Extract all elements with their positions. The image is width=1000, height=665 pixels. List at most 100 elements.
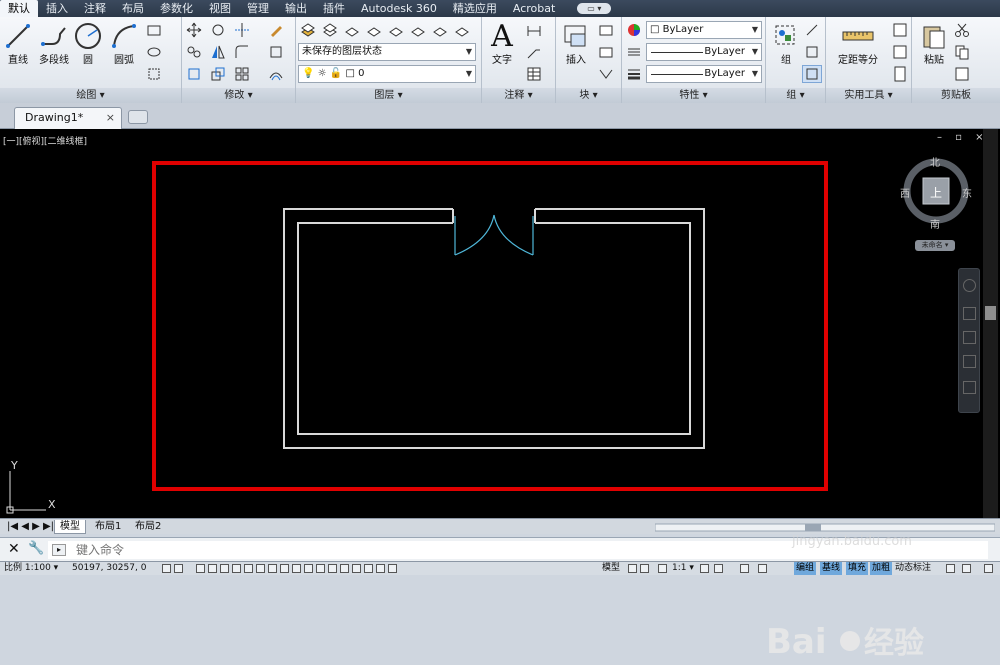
table-tool-button[interactable] (524, 65, 544, 83)
viewcube-north[interactable]: 北 (930, 154, 940, 169)
trim-tool-button[interactable] (232, 21, 252, 39)
move-tool-button[interactable] (184, 21, 204, 39)
dimension-tool-button[interactable] (524, 21, 544, 39)
quick-select-button[interactable] (890, 21, 910, 39)
lineweight-icon-button[interactable] (624, 65, 644, 83)
group-button[interactable]: 组 (768, 21, 804, 66)
quick-view-layouts-icon[interactable] (628, 564, 637, 573)
copy-clip-button[interactable] (952, 43, 972, 61)
measure-button[interactable]: 定距等分 (832, 21, 884, 66)
explode-tool-button[interactable] (266, 43, 286, 61)
group-selection-toggle[interactable] (802, 65, 822, 83)
layer-tool-5-button[interactable] (386, 21, 406, 39)
lineweight-dropdown[interactable]: ByLayer ▼ (646, 65, 762, 83)
layer-tool-4-button[interactable] (364, 21, 384, 39)
pan-icon[interactable] (963, 307, 976, 320)
tab-layout2[interactable]: 布局2 (130, 520, 166, 534)
rectangle-tool-button[interactable] (144, 21, 164, 39)
create-block-button[interactable] (596, 21, 616, 39)
utilities-panel-title[interactable]: 实用工具 ▾ (826, 88, 911, 103)
customize-icon[interactable] (962, 564, 971, 573)
ungroup-button[interactable] (802, 21, 822, 39)
wcs-menu[interactable]: 未命名 ▾ (915, 240, 955, 251)
id-point-button[interactable] (890, 43, 910, 61)
match-properties-button[interactable] (624, 21, 644, 39)
zoom-icon[interactable] (963, 331, 976, 344)
tab-layout1[interactable]: 布局1 (90, 520, 126, 534)
osnap-icon[interactable] (220, 564, 229, 573)
fillet-tool-button[interactable] (232, 43, 252, 61)
lock-ui-icon[interactable] (714, 564, 723, 573)
drawing-canvas[interactable]: [一][俯视][二维线框] – ▫ × Y X 北 南 东 西 上 未命名 ▾ (0, 129, 1000, 662)
stretch-tool-button[interactable] (184, 65, 204, 83)
tab-featured-apps[interactable]: 精选应用 (445, 0, 505, 17)
annotation-scale-readout[interactable]: 1:1 ▾ (672, 562, 694, 575)
command-history-icon[interactable]: ▸ (52, 544, 66, 556)
tab-parametric[interactable]: 参数化 (152, 0, 201, 17)
layer-state-dropdown[interactable]: 未保存的图层状态 ▼ (298, 43, 476, 61)
model-space-label[interactable]: 模型 (602, 562, 620, 575)
tab-model[interactable]: 模型 (54, 520, 86, 534)
ortho-icon[interactable] (196, 564, 205, 573)
quick-view-drawings-icon[interactable] (640, 564, 649, 573)
annotation-panel-title[interactable]: 注释 ▾ (482, 88, 555, 103)
insert-block-button[interactable]: 插入 (558, 21, 594, 66)
hardware-accel-icon[interactable] (740, 564, 749, 573)
layer-tool-6-button[interactable] (408, 21, 428, 39)
draw-panel-title[interactable]: 绘图 ▾ (0, 88, 181, 103)
edit-attributes-button[interactable] (596, 65, 616, 83)
ribbon-minimize-button[interactable]: ▭ ▾ (577, 3, 612, 14)
array-tool-button[interactable] (232, 65, 252, 83)
linetype-dropdown[interactable]: ByLayer ▼ (646, 43, 762, 61)
tab-insert[interactable]: 插入 (38, 0, 76, 17)
layer-tool-2-button[interactable] (320, 21, 340, 39)
groups-panel-title[interactable]: 组 ▾ (766, 88, 825, 103)
gizmo-icon[interactable] (376, 564, 385, 573)
tab-autodesk360[interactable]: Autodesk 360 (353, 0, 445, 17)
lwt-icon[interactable] (268, 564, 277, 573)
copy-link-button[interactable] (952, 65, 972, 83)
calculator-button[interactable] (890, 65, 910, 83)
3dosnap-icon[interactable] (352, 564, 361, 573)
arc-tool-button[interactable]: 圆弧 (106, 21, 142, 66)
am-icon[interactable] (316, 564, 325, 573)
dynamic-dimension-toggle[interactable]: 动态标注 (895, 562, 931, 575)
edit-block-button[interactable] (596, 43, 616, 61)
region-tool-button[interactable] (144, 65, 164, 83)
annotation-scale-icon[interactable] (658, 564, 667, 573)
sc-icon[interactable] (304, 564, 313, 573)
viewcube-west[interactable]: 西 (900, 185, 910, 200)
tab-view[interactable]: 视图 (201, 0, 239, 17)
rotate-tool-button[interactable] (208, 21, 228, 39)
layers-panel-title[interactable]: 图层 ▾ (296, 88, 481, 103)
polyline-tool-button[interactable]: 多段线 (34, 21, 74, 66)
scale-readout[interactable]: 比例 1:100 ▾ (4, 562, 58, 575)
viewcube-top-face[interactable]: 上 (930, 184, 942, 201)
vertical-scrollbar[interactable] (983, 129, 998, 518)
lightbulb-icon[interactable] (946, 564, 955, 573)
viewcube-south[interactable]: 南 (930, 216, 940, 231)
scrollbar-thumb[interactable] (985, 306, 996, 320)
hatch-tool-button[interactable] (144, 43, 164, 61)
tab-annotate[interactable]: 注释 (76, 0, 114, 17)
grid-icon[interactable] (174, 564, 183, 573)
isolate-objects-icon[interactable] (758, 564, 767, 573)
bold-toggle[interactable]: 加粗 (870, 562, 893, 575)
block-panel-title[interactable]: 块 ▾ (556, 88, 621, 103)
properties-panel-title[interactable]: 特性 ▾ (622, 88, 765, 103)
copy-tool-button[interactable] (184, 43, 204, 61)
tab-manage[interactable]: 管理 (239, 0, 277, 17)
tab-output[interactable]: 输出 (277, 0, 315, 17)
leader-tool-button[interactable] (524, 43, 544, 61)
filter-icon[interactable] (364, 564, 373, 573)
isodraft-icon[interactable] (328, 564, 337, 573)
tab-acrobat[interactable]: Acrobat (505, 0, 563, 17)
cut-button[interactable] (952, 21, 972, 39)
tab-layout[interactable]: 布局 (114, 0, 152, 17)
tab-default[interactable]: 默认 (0, 0, 38, 17)
group-edit-button[interactable] (802, 43, 822, 61)
paste-button[interactable]: 粘贴 (916, 21, 952, 66)
clipboard-panel-title[interactable]: 剪贴板 (912, 88, 1000, 103)
layout-nav-arrows[interactable]: |◀ ◀ ▶ ▶| (2, 520, 59, 534)
fullscreen-icon[interactable] (984, 564, 993, 573)
